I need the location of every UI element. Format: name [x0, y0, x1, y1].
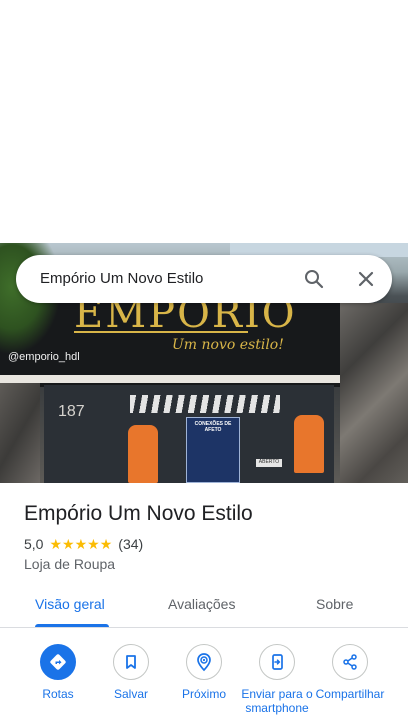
- mannequin: [294, 415, 324, 473]
- star-icon: ★: [49, 536, 63, 552]
- nearby-label: Próximo: [181, 687, 226, 701]
- poster-text: CONEXÕES DE AFETO: [194, 421, 232, 433]
- mannequin: [128, 425, 158, 483]
- send-to-phone-icon[interactable]: [259, 644, 295, 680]
- place-category: Loja de Roupa: [24, 556, 116, 572]
- search-bar[interactable]: Empório Um Novo Estilo: [16, 255, 392, 303]
- search-input[interactable]: Empório Um Novo Estilo: [40, 270, 203, 287]
- share-button[interactable]: Compartilhar: [310, 644, 390, 701]
- street-number: 187: [58, 403, 85, 420]
- marble-wall-left: [0, 383, 40, 483]
- star-icon: ★: [99, 536, 113, 552]
- search-icon[interactable]: [302, 267, 326, 291]
- nearby-button[interactable]: Próximo: [164, 644, 244, 701]
- close-icon[interactable]: [354, 267, 378, 291]
- review-count[interactable]: (34): [118, 536, 143, 552]
- tab-overview[interactable]: Visão geral: [35, 596, 105, 612]
- share-icon[interactable]: [332, 644, 368, 680]
- store-sign-underline: [74, 331, 248, 333]
- action-bar: Rotas Salvar Próximo Enviar para o smart…: [0, 644, 408, 726]
- directions-label: Rotas: [42, 687, 74, 701]
- tab-bar: Visão geral Avaliações Sobre: [0, 584, 408, 628]
- rating-stars: ★ ★ ★ ★ ★: [49, 537, 112, 551]
- rating-value: 5,0: [24, 536, 44, 552]
- tab-reviews[interactable]: Avaliações: [168, 596, 235, 612]
- send-to-phone-button[interactable]: Enviar para o smartphone: [237, 644, 317, 715]
- save-label: Salvar: [113, 687, 148, 701]
- active-tab-indicator: [35, 624, 109, 627]
- bookmark-icon[interactable]: [113, 644, 149, 680]
- open-sign: ABERTO: [256, 459, 282, 467]
- place-title: Empório Um Novo Estilo: [24, 502, 253, 525]
- star-icon: ★: [62, 536, 75, 552]
- awning: [0, 375, 356, 383]
- star-icon: ★: [74, 536, 88, 552]
- rating-row[interactable]: 5,0 ★ ★ ★ ★ ★ (34): [24, 536, 143, 552]
- directions-button[interactable]: Rotas: [18, 644, 98, 701]
- tab-about[interactable]: Sobre: [316, 596, 353, 612]
- store-sign-slogan: Um novo estilo!: [172, 337, 284, 353]
- share-label: Compartilhar: [315, 687, 385, 701]
- save-button[interactable]: Salvar: [91, 644, 171, 701]
- star-icon: ★: [87, 536, 100, 552]
- marble-wall: [340, 303, 408, 483]
- send-to-phone-label: Enviar para o smartphone: [241, 687, 313, 715]
- directions-icon[interactable]: [40, 644, 76, 680]
- striped-awning: [130, 395, 280, 413]
- nearby-icon[interactable]: [186, 644, 222, 680]
